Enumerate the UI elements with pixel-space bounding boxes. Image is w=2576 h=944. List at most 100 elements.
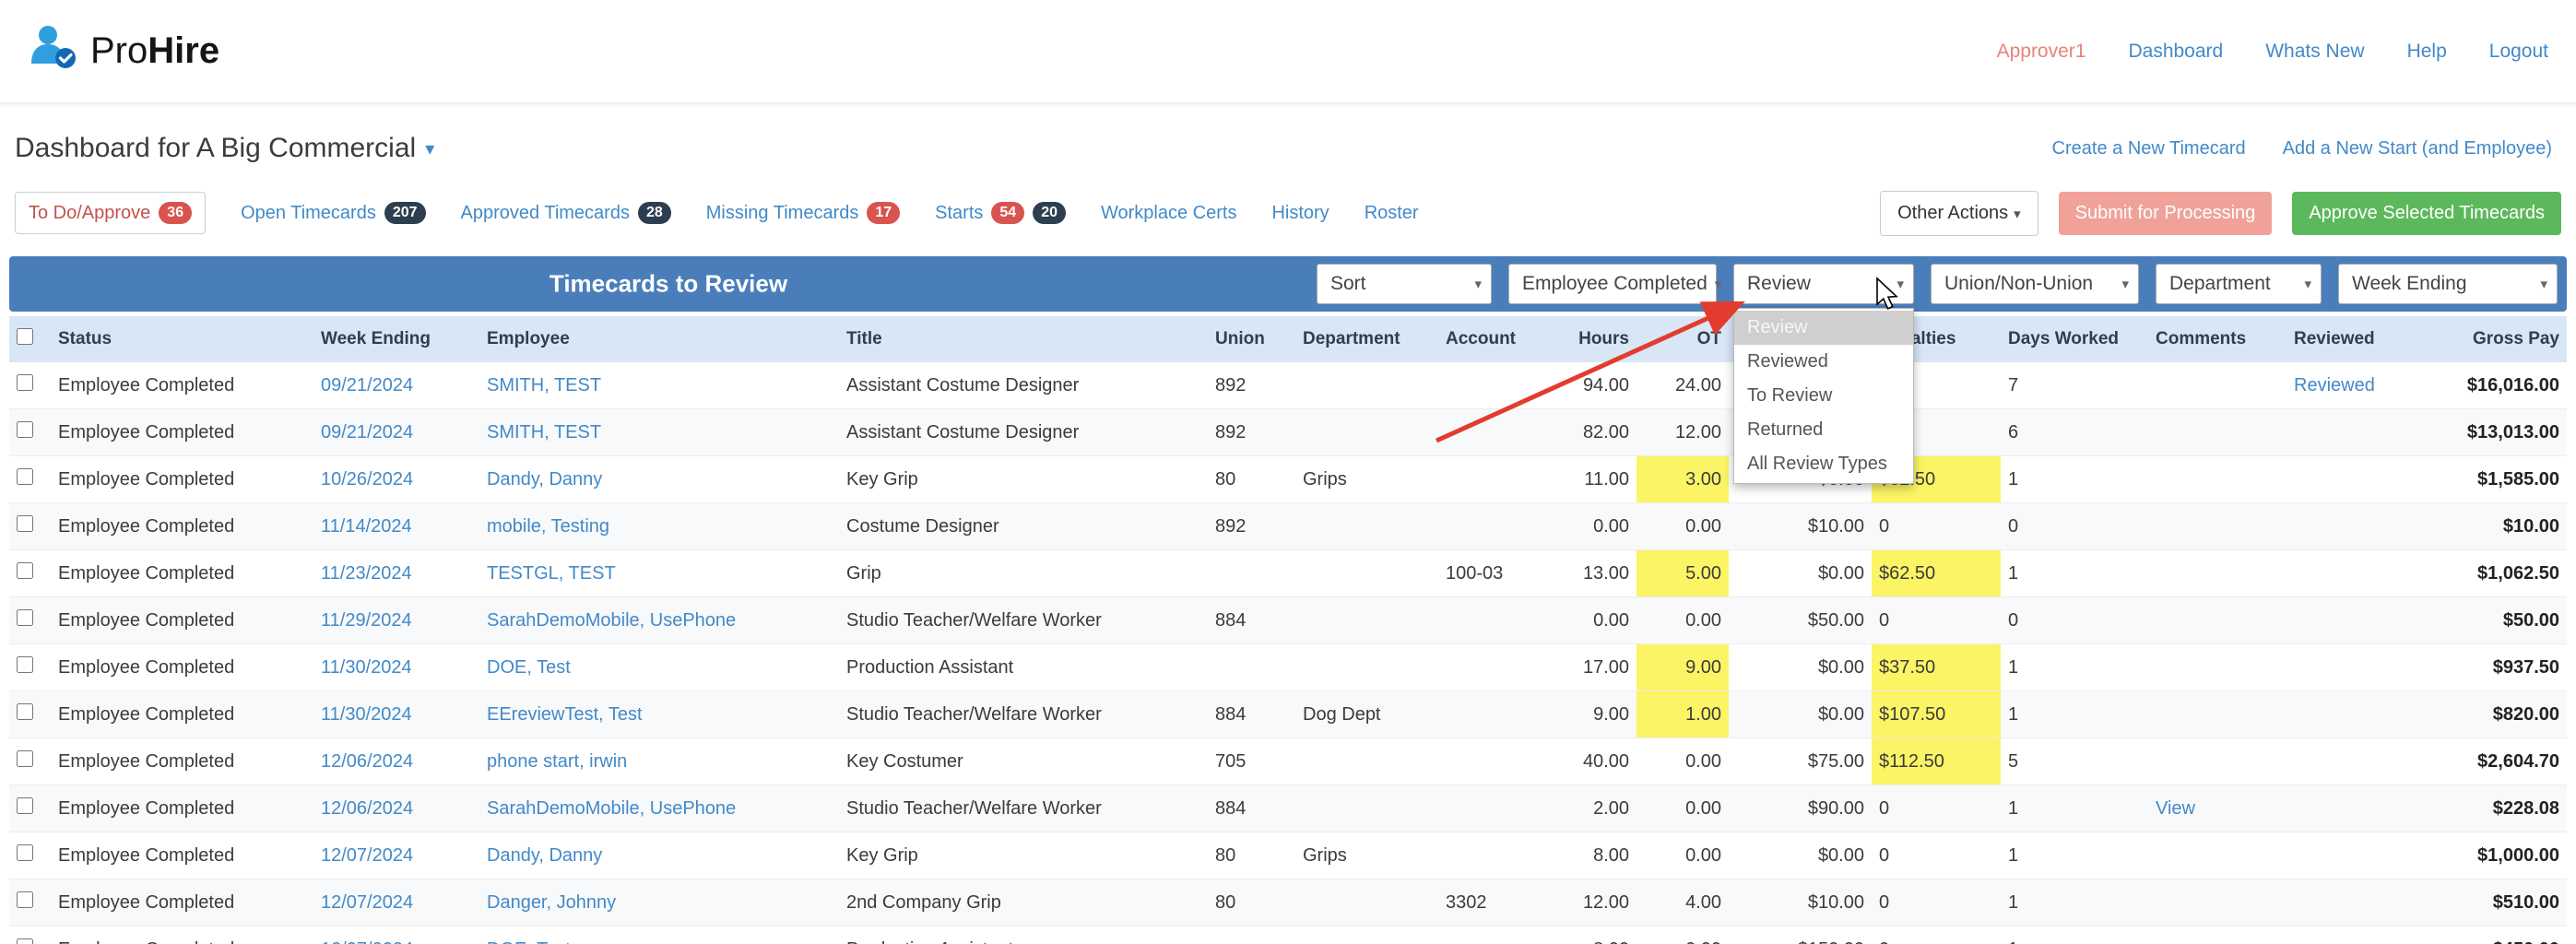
tab-roster[interactable]: Roster (1365, 203, 1419, 224)
tab-label: Missing Timecards (705, 202, 859, 223)
filter-select-review[interactable]: Review ▾ (1733, 264, 1914, 304)
nav-link-help[interactable]: Help (2407, 41, 2447, 63)
production-selector[interactable]: Dashboard for A Big Commercial ▾ (15, 133, 434, 164)
employee-link[interactable]: mobile, Testing (487, 516, 609, 537)
cell-hours: 2.00 (1530, 785, 1637, 832)
cell-ot: 5.00 (1637, 549, 1729, 597)
timecard-row: Employee Completed 12/06/2024 SarahDemoMob… (9, 785, 2567, 832)
tabs-row: To Do/Approve 36 Open Timecards 207 Approved… (0, 184, 2576, 242)
cell-title: Costume Designer (839, 502, 1208, 550)
cell-reviewed (2286, 643, 2434, 691)
row-checkbox[interactable] (17, 938, 33, 944)
cell-ot: 3.00 (1637, 455, 1729, 503)
tab-missing-timecards[interactable]: Missing Timecards 17 (705, 202, 901, 224)
week-ending-link[interactable]: 12/06/2024 (321, 798, 413, 819)
cell-select (9, 879, 51, 926)
filter-select-department[interactable]: Department ▾ (2156, 264, 2322, 304)
user-name[interactable]: Approver1 (1997, 41, 2086, 63)
comments-view-link[interactable]: View (2156, 798, 2195, 819)
cell-penalties: 0 (1872, 879, 2001, 926)
tab-starts[interactable]: Starts 54 20 (935, 202, 1066, 224)
row-checkbox[interactable] (17, 891, 33, 908)
row-checkbox[interactable] (17, 844, 33, 861)
employee-link[interactable]: SarahDemoMobile, UsePhone (487, 610, 736, 631)
review-option-returned[interactable]: Returned (1734, 413, 1913, 447)
week-ending-link[interactable]: 12/06/2024 (321, 751, 413, 772)
week-ending-link[interactable]: 12/07/2024 (321, 939, 413, 944)
select-all-checkbox[interactable] (17, 328, 33, 345)
employee-link[interactable]: DOE, Test (487, 939, 571, 944)
prohire-logo[interactable]: ProHire (28, 22, 219, 81)
row-checkbox[interactable] (17, 797, 33, 814)
review-option-reviewed[interactable]: Reviewed (1734, 345, 1913, 379)
submit-for-processing-button[interactable]: Submit for Processing (2058, 191, 2273, 235)
cell-comments (2148, 596, 2286, 644)
review-option-to-review[interactable]: To Review (1734, 379, 1913, 413)
approve-selected-timecards-button[interactable]: Approve Selected Timecards (2292, 191, 2561, 235)
employee-link[interactable]: TESTGL, TEST (487, 563, 616, 584)
nav-link-dashboard[interactable]: Dashboard (2128, 41, 2223, 63)
week-ending-link[interactable]: 09/21/2024 (321, 422, 413, 442)
nav-link-whats-new[interactable]: Whats New (2265, 41, 2364, 63)
cell-title: Assistant Costume Designer (839, 362, 1208, 409)
employee-link[interactable]: SMITH, TEST (487, 375, 601, 395)
row-checkbox[interactable] (17, 374, 33, 391)
review-option-all-review-types[interactable]: All Review Types (1734, 447, 1913, 481)
filter-select-week-ending[interactable]: Week Ending ▾ (2338, 264, 2558, 304)
tab-to-do-approve[interactable]: To Do/Approve 36 (15, 192, 207, 234)
cell-select (9, 926, 51, 944)
cell-employee: Dandy, Danny (479, 455, 839, 503)
row-checkbox[interactable] (17, 609, 33, 626)
week-ending-link[interactable]: 11/30/2024 (321, 704, 412, 725)
row-checkbox[interactable] (17, 468, 33, 485)
employee-link[interactable]: SarahDemoMobile, UsePhone (487, 798, 736, 819)
employee-link[interactable]: Dandy, Danny (487, 469, 602, 490)
cell-gross-pay: $937.50 (2434, 643, 2567, 691)
filter-select-sort[interactable]: Sort ▾ (1317, 264, 1492, 304)
row-checkbox[interactable] (17, 421, 33, 438)
other-actions-button[interactable]: Other Actions ▾ (1880, 190, 2038, 236)
row-checkbox[interactable] (17, 562, 33, 579)
week-ending-link[interactable]: 11/30/2024 (321, 657, 412, 678)
tab-approved-timecards[interactable]: Approved Timecards 28 (461, 202, 671, 224)
link-create-new-timecard[interactable]: Create a New Timecard (2052, 138, 2246, 159)
tab-workplace-certs[interactable]: Workplace Certs (1101, 203, 1236, 224)
employee-link[interactable]: DOE, Test (487, 657, 571, 678)
nav-link-logout[interactable]: Logout (2489, 41, 2548, 63)
week-ending-link[interactable]: 12/07/2024 (321, 845, 413, 866)
row-checkbox[interactable] (17, 515, 33, 532)
week-ending-link[interactable]: 10/26/2024 (321, 469, 413, 490)
cell-department (1295, 596, 1438, 644)
cell-ot: 9.00 (1637, 643, 1729, 691)
row-checkbox[interactable] (17, 656, 33, 673)
reviewed-link[interactable]: Reviewed (2294, 375, 2375, 395)
tab-history[interactable]: History (1271, 203, 1329, 224)
employee-link[interactable]: Dandy, Danny (487, 845, 602, 866)
cell-union: 80 (1208, 455, 1295, 503)
week-ending-link[interactable]: 11/23/2024 (321, 563, 412, 584)
review-option-review[interactable]: Review (1734, 311, 1913, 345)
cell-week-ending: 11/30/2024 (313, 643, 479, 691)
row-checkbox[interactable] (17, 703, 33, 720)
week-ending-link[interactable]: 09/21/2024 (321, 375, 413, 395)
week-ending-link[interactable]: 12/07/2024 (321, 892, 413, 913)
timecard-row: Employee Completed 10/26/2024 Dandy, Danny… (9, 455, 2567, 503)
chevron-down-icon: ▾ (425, 138, 435, 159)
week-ending-link[interactable]: 11/14/2024 (321, 516, 412, 537)
employee-link[interactable]: phone start, irwin (487, 751, 627, 772)
filter-select-employee-completed[interactable]: Employee Completed ▾ (1508, 264, 1721, 304)
brand-hire: Hire (148, 30, 220, 71)
employee-link[interactable]: Danger, Johnny (487, 892, 616, 913)
tab-open-timecards[interactable]: Open Timecards 207 (241, 202, 426, 224)
employee-link[interactable]: SMITH, TEST (487, 422, 601, 442)
cell-status: Employee Completed (51, 502, 313, 550)
employee-link[interactable]: EEreviewTest, Test (487, 704, 643, 725)
row-checkbox[interactable] (17, 750, 33, 767)
cell-comments (2148, 879, 2286, 926)
week-ending-link[interactable]: 11/29/2024 (321, 610, 412, 631)
cell-days-worked: 1 (2001, 879, 2148, 926)
filter-select-union-non-union[interactable]: Union/Non-Union ▾ (1931, 264, 2139, 304)
cell-status: Employee Completed (51, 879, 313, 926)
link-add-new-start[interactable]: Add a New Start (and Employee) (2283, 138, 2552, 159)
count-badge: 17 (867, 202, 901, 224)
